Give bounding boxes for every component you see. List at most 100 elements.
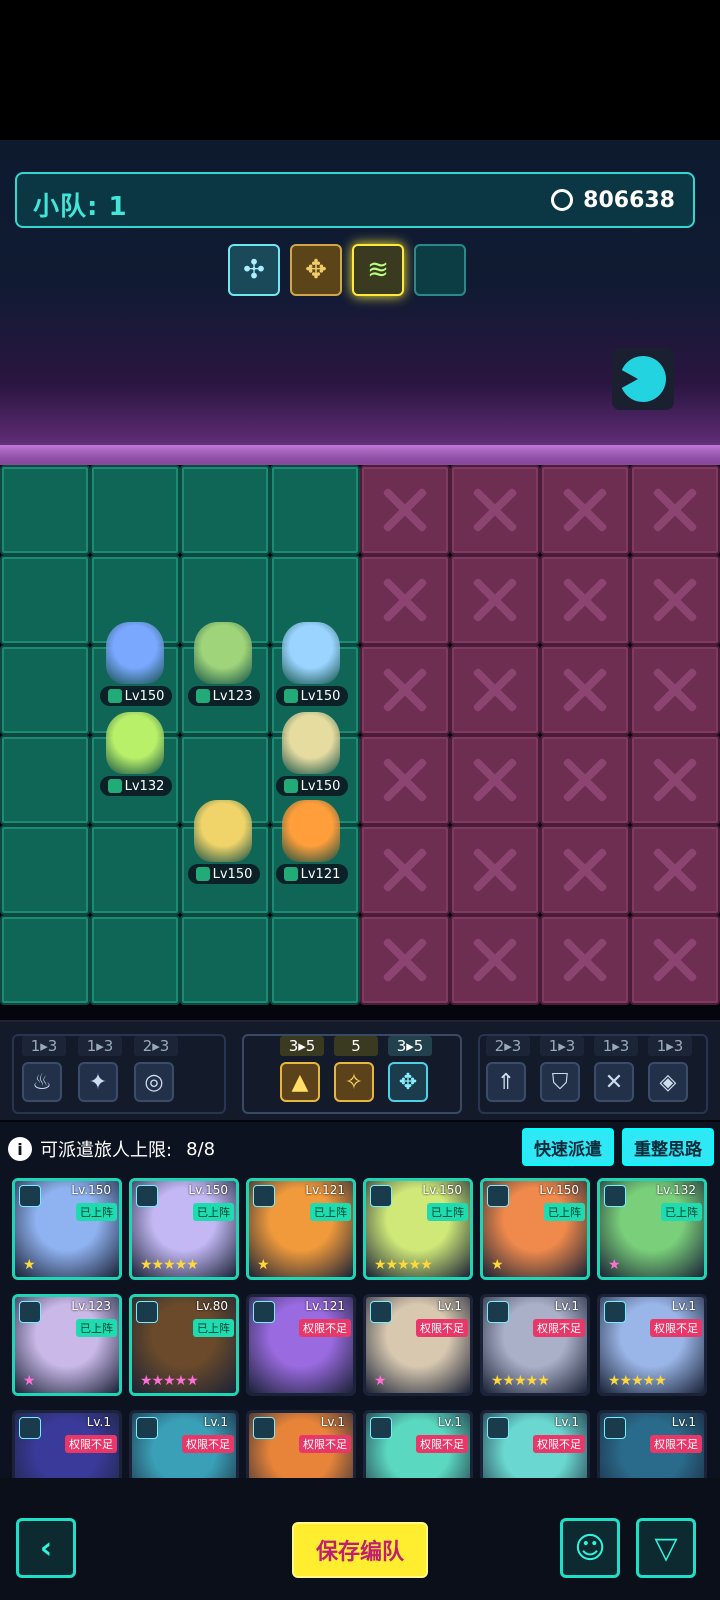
blocked-cell: [540, 465, 630, 555]
class-icon: [283, 779, 298, 793]
roster-card[interactable]: Lv.150 已上阵 ★: [480, 1178, 590, 1280]
class-icon: [107, 779, 122, 793]
info-icon[interactable]: i: [8, 1137, 32, 1161]
card-status-tag: 权限不足: [182, 1435, 234, 1453]
unit-card[interactable]: Lv150: [270, 622, 352, 706]
synergy-item[interactable]: 1▸3 ♨: [22, 1036, 66, 1102]
blocked-cell: [630, 555, 720, 645]
class-icon: [19, 1301, 41, 1323]
roster-card[interactable]: Lv.121 权限不足: [246, 1294, 356, 1396]
unit-level: Lv132: [124, 778, 165, 794]
synergy-item[interactable]: 3▸5 ▲: [280, 1036, 324, 1102]
grid-cell[interactable]: [90, 465, 180, 555]
roster-card[interactable]: Lv.1 权限不足 ★★★★★: [480, 1294, 590, 1396]
unit-card[interactable]: Lv150: [270, 712, 352, 796]
blocked-cell: [630, 645, 720, 735]
unit-portrait: [282, 712, 340, 774]
synergy-count: 3▸5: [388, 1036, 432, 1056]
formation-selector: ✣ ✥ ≋: [228, 244, 466, 296]
class-icon: [604, 1417, 626, 1439]
blocked-cell: [360, 465, 450, 555]
roster-card[interactable]: Lv.80 已上阵 ★★★★★: [129, 1294, 239, 1396]
class-icon: [253, 1185, 275, 1207]
roster-card[interactable]: Lv.150 已上阵 ★: [12, 1178, 122, 1280]
grid-cell[interactable]: [180, 915, 270, 1005]
synergy-item[interactable]: 1▸3 ◈: [648, 1036, 692, 1102]
roster-card[interactable]: Lv.121 已上阵 ★: [246, 1178, 356, 1280]
grid-cell[interactable]: [0, 825, 90, 915]
blocked-cell: [540, 915, 630, 1005]
unit-card[interactable]: Lv132: [94, 712, 176, 796]
roster-card[interactable]: Lv.123 已上阵 ★: [12, 1294, 122, 1396]
grid-cell[interactable]: [0, 555, 90, 645]
roster-card[interactable]: Lv.150 已上阵 ★★★★★: [129, 1178, 239, 1280]
card-level: Lv.1: [203, 1415, 228, 1429]
synergy-item[interactable]: 3▸5 ✥: [388, 1036, 432, 1102]
brain-button[interactable]: ☺: [560, 1518, 620, 1578]
grid-cell[interactable]: [0, 645, 90, 735]
roster-card[interactable]: Lv.132 已上阵 ★: [597, 1178, 707, 1280]
dispatch-limit-value: 8/8: [186, 1138, 216, 1160]
squad-header: 小队: 1 806638: [15, 172, 695, 228]
synergy-count: 1▸3: [78, 1036, 122, 1056]
grid-cell[interactable]: [270, 915, 360, 1005]
card-status-tag: 权限不足: [65, 1435, 117, 1453]
unit-card[interactable]: Lv121: [270, 800, 352, 884]
formation-b-button[interactable]: ✥: [290, 244, 342, 296]
blocked-cell: [630, 735, 720, 825]
roster-card[interactable]: Lv.1 权限不足 ★: [363, 1294, 473, 1396]
quick-dispatch-button[interactable]: 快速派遣: [522, 1128, 614, 1166]
unit-portrait: [282, 622, 340, 684]
formation-d-button[interactable]: [414, 244, 466, 296]
synergy-item[interactable]: 2▸3 ◎: [134, 1036, 178, 1102]
grid-cell[interactable]: [0, 735, 90, 825]
synergy-item[interactable]: 1▸3 ⛉: [540, 1036, 584, 1102]
reorganize-button[interactable]: 重整思路: [622, 1128, 714, 1166]
grid-cell[interactable]: [90, 825, 180, 915]
unit-level-badge: Lv123: [188, 686, 260, 706]
card-status-tag: 权限不足: [533, 1319, 585, 1337]
card-stars: ★: [491, 1257, 504, 1273]
save-formation-button[interactable]: 保存编队: [292, 1522, 428, 1578]
unit-level: Lv121: [300, 866, 341, 882]
blocked-cell: [450, 555, 540, 645]
card-status-tag: 权限不足: [299, 1319, 351, 1337]
grid-cell[interactable]: [270, 465, 360, 555]
card-level: Lv.1: [671, 1415, 696, 1429]
synergy-item[interactable]: 1▸3 ✕: [594, 1036, 638, 1102]
synergy-item[interactable]: 1▸3 ✦: [78, 1036, 122, 1102]
grid-cell[interactable]: [0, 465, 90, 555]
unit-level-badge: Lv150: [100, 686, 172, 706]
unit-level: Lv123: [212, 688, 253, 704]
grid-cell[interactable]: [90, 915, 180, 1005]
unit-card[interactable]: Lv123: [182, 622, 264, 706]
class-icon: [19, 1185, 41, 1207]
roster-card[interactable]: Lv.1 权限不足 ★★★★★: [597, 1294, 707, 1396]
back-button[interactable]: ‹: [16, 1518, 76, 1578]
card-status-tag: 已上阵: [661, 1203, 702, 1221]
filter-button[interactable]: ▽: [636, 1518, 696, 1578]
formation-a-button[interactable]: ✣: [228, 244, 280, 296]
synergy-item[interactable]: 2▸3 ⇑: [486, 1036, 530, 1102]
grid-cell[interactable]: [0, 915, 90, 1005]
unit-portrait: [282, 800, 340, 862]
crossed-swords-icon: ✕: [594, 1062, 634, 1102]
blocked-cell: [450, 735, 540, 825]
roster-card[interactable]: Lv.150 已上阵 ★★★★★: [363, 1178, 473, 1280]
synergy-item[interactable]: 5 ✧: [334, 1036, 378, 1102]
card-status-tag: 权限不足: [416, 1435, 468, 1453]
card-level: Lv.80: [196, 1299, 228, 1313]
squad-power: 806638: [583, 188, 675, 213]
grid-cell[interactable]: [180, 465, 270, 555]
unit-card[interactable]: Lv150: [94, 622, 176, 706]
blocked-cell: [360, 645, 450, 735]
card-level: Lv.1: [437, 1299, 462, 1313]
unit-card[interactable]: Lv150: [182, 800, 264, 884]
chat-button[interactable]: [612, 348, 674, 410]
blocked-cell: [360, 915, 450, 1005]
formation-c-button[interactable]: ≋: [352, 244, 404, 296]
card-status-tag: 已上阵: [544, 1203, 585, 1221]
chevron-left-icon: ‹: [39, 1530, 53, 1566]
card-level: Lv.150: [422, 1183, 462, 1197]
blocked-cell: [630, 825, 720, 915]
